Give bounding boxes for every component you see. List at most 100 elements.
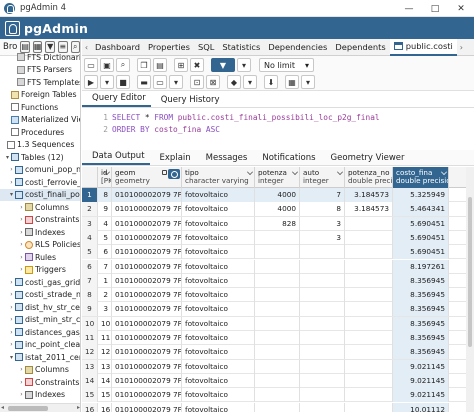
row-number[interactable]: 9 — [82, 302, 98, 317]
table-cell-costo_fina[interactable]: 8.197261 — [393, 259, 449, 274]
table-cell-potenza[interactable] — [255, 388, 300, 403]
table-row[interactable]: 1616010100002079 7F0...fotovoltaico10.01… — [82, 402, 474, 412]
column-header-geom[interactable]: geom geometry — [112, 167, 182, 188]
row-number[interactable]: 7 — [82, 273, 98, 288]
table-cell-tipo[interactable]: fotovoltaico — [182, 245, 255, 260]
table-cell-auto[interactable] — [300, 302, 345, 317]
table-cell-potenza[interactable] — [255, 230, 300, 245]
tab-messages[interactable]: Messages — [196, 153, 253, 165]
stop-icon[interactable]: ■ — [116, 75, 130, 89]
row-number[interactable]: 1 — [82, 188, 98, 202]
chevron-down-icon[interactable]: ▾ — [4, 154, 11, 161]
chevron-right-icon[interactable]: › — [18, 204, 25, 211]
tree-node[interactable]: Procedures — [0, 126, 80, 139]
minimize-button[interactable]: — — [396, 0, 422, 17]
table-cell-potenza[interactable] — [255, 331, 300, 345]
table-cell-geom[interactable]: 010100002079 7F0... — [112, 331, 182, 345]
table-cell-id[interactable]: 3 — [98, 302, 112, 317]
tree-node[interactable]: › comuni_pop_no — [0, 164, 80, 177]
chevron-right-icon[interactable]: › — [8, 166, 15, 173]
tree-node[interactable]: › Constraints — [0, 214, 80, 227]
table-row[interactable]: 45010100002079 7F0...fotovoltaico 3 5.6904… — [82, 230, 474, 246]
tree-node[interactable]: Foreign Tables — [0, 89, 80, 102]
download-icon[interactable]: ⬇ — [264, 75, 278, 89]
tab-query-tool[interactable]: public.costi — [389, 38, 457, 56]
tab-query-editor[interactable]: Query Editor — [82, 93, 151, 107]
chevron-down-icon[interactable]: ▾ — [8, 354, 15, 361]
table-cell-potenza[interactable]: 828 — [255, 216, 300, 231]
tree-node[interactable]: › Columns — [0, 201, 80, 214]
chevron-right-icon[interactable]: › — [8, 291, 15, 298]
execute-dropdown-icon[interactable]: ▾ — [100, 75, 114, 89]
find-icon[interactable]: ⌕ — [116, 58, 130, 72]
chevron-right-icon[interactable]: › — [8, 316, 15, 323]
chevron-right-icon[interactable]: › — [18, 216, 25, 223]
row-number[interactable]: 14 — [82, 373, 98, 388]
table-cell-geom[interactable]: 010100002079 7F0... — [112, 373, 182, 388]
copy-icon[interactable]: ❐ — [137, 58, 151, 72]
clear-dropdown-icon[interactable]: ▾ — [243, 75, 257, 89]
row-number[interactable]: 16 — [82, 402, 98, 412]
filter-icon[interactable]: ▼ — [211, 58, 235, 72]
tree-node[interactable]: FTS Templates — [0, 76, 80, 89]
tree-node[interactable]: FTS Dictionaries — [0, 51, 80, 64]
table-row[interactable]: 93010100002079 7F0...fotovoltaico 8.35694… — [82, 302, 474, 317]
table-cell-tipo[interactable]: fotovoltaico — [182, 316, 255, 331]
table-cell-id[interactable]: 5 — [98, 230, 112, 245]
table-cell-costo_fina[interactable]: 9.021145 — [393, 359, 449, 374]
tab-notifications[interactable]: Notifications — [252, 153, 320, 165]
row-number[interactable]: 12 — [82, 345, 98, 360]
table-cell-costo_fina[interactable]: 8.356945 — [393, 288, 449, 303]
tree-node[interactable]: › Rules — [0, 251, 80, 264]
table-cell-id[interactable]: 4 — [98, 216, 112, 231]
table-cell-potenza[interactable] — [255, 359, 300, 374]
chevron-right-icon[interactable]: › — [18, 366, 25, 373]
table-cell-id[interactable]: 9 — [98, 202, 112, 217]
explain-analyze-icon[interactable]: ▭ — [153, 75, 167, 89]
tree-node[interactable]: › Triggers — [0, 264, 80, 277]
tree-node[interactable]: › dist_min_str_ce — [0, 314, 80, 327]
table-cell-geom[interactable]: 010100002079 7F0... — [112, 302, 182, 317]
table-cell-tipo[interactable]: fotovoltaico — [182, 331, 255, 345]
table-cell-auto[interactable] — [300, 388, 345, 403]
table-cell-tipo[interactable]: fotovoltaico — [182, 402, 255, 412]
table-cell-id[interactable]: 14 — [98, 373, 112, 388]
scroll-left-icon[interactable]: ◂ — [1, 404, 4, 411]
chevron-right-icon[interactable]: › — [18, 391, 25, 398]
tab-dependents[interactable]: Dependents — [331, 39, 389, 56]
tab-scroll-right-icon[interactable]: › — [457, 43, 466, 52]
table-cell-geom[interactable]: 010100002079 7F0... — [112, 245, 182, 260]
table-cell-tipo[interactable]: fotovoltaico — [182, 359, 255, 374]
table-cell-tipo[interactable]: fotovoltaico — [182, 230, 255, 245]
tree-node[interactable]: › Indexes — [0, 389, 80, 402]
table-cell-auto[interactable]: 8 — [300, 202, 345, 217]
tree-node[interactable]: Functions — [0, 101, 80, 114]
table-cell-geom[interactable]: 010100002079 7F0... — [112, 288, 182, 303]
table-cell-tipo[interactable]: fotovoltaico — [182, 288, 255, 303]
table-cell-potenza[interactable]: 4000 — [255, 202, 300, 217]
table-cell-id[interactable]: 6 — [98, 245, 112, 260]
chevron-right-icon[interactable]: › — [8, 304, 15, 311]
chevron-right-icon[interactable]: › — [8, 341, 15, 348]
tree-node[interactable]: › RLS Policies — [0, 239, 80, 252]
table-cell-geom[interactable]: 010100002079 7F0... — [112, 345, 182, 360]
tree-node[interactable]: ▾ Tables (12) — [0, 151, 80, 164]
row-number[interactable]: 3 — [82, 216, 98, 231]
chevron-right-icon[interactable]: › — [18, 229, 25, 236]
tab-statistics[interactable]: Statistics — [218, 39, 264, 56]
table-cell-id[interactable]: 11 — [98, 331, 112, 345]
table-cell-auto[interactable] — [300, 288, 345, 303]
table-cell-auto[interactable] — [300, 316, 345, 331]
table-cell-costo_fina[interactable]: 5.690451 — [393, 245, 449, 260]
table-cell-id[interactable]: 7 — [98, 259, 112, 274]
table-cell-potenza[interactable] — [255, 402, 300, 412]
table-cell-tipo[interactable]: fotovoltaico — [182, 202, 255, 217]
table-cell-costo_fina[interactable]: 8.356945 — [393, 331, 449, 345]
tree-node[interactable]: › costi_strade_no — [0, 289, 80, 302]
table-cell-id[interactable]: 12 — [98, 345, 112, 360]
scroll-thumb[interactable] — [8, 406, 48, 411]
tab-sql[interactable]: SQL — [194, 39, 218, 56]
table-cell-potenza_no[interactable] — [345, 331, 393, 345]
table-row[interactable]: 18010100002079 7F0...fotovoltaico400073.… — [82, 188, 474, 203]
table-row[interactable]: 1313010100002079 7F0...fotovoltaico9.021… — [82, 359, 474, 374]
